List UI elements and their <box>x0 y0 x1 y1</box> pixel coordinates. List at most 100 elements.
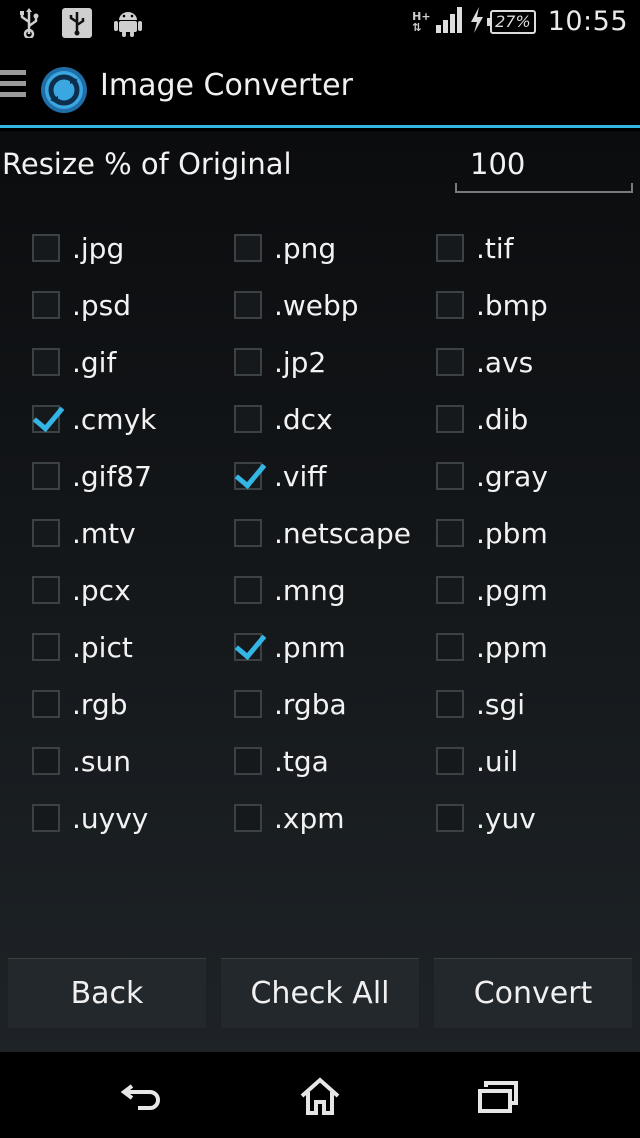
navigation-bar <box>0 1052 640 1138</box>
check-all-button[interactable]: Check All <box>221 958 419 1028</box>
checkbox[interactable] <box>234 576 262 604</box>
format-label: .xpm <box>274 801 345 835</box>
checkbox-checked[interactable] <box>234 462 262 490</box>
resize-label: Resize % of Original <box>2 147 292 181</box>
checkbox[interactable] <box>436 234 464 262</box>
format-label: .yuv <box>476 801 536 835</box>
checkbox[interactable] <box>436 519 464 547</box>
format-option[interactable]: .avs <box>436 339 533 385</box>
checkbox-checked[interactable] <box>32 405 60 433</box>
checkbox[interactable] <box>32 462 60 490</box>
network-type-label: H+ <box>412 9 431 23</box>
format-option[interactable]: .cmyk <box>32 396 156 442</box>
format-option[interactable]: .rgb <box>32 681 127 727</box>
format-option[interactable]: .jp2 <box>234 339 326 385</box>
checkbox[interactable] <box>436 291 464 319</box>
checkbox[interactable] <box>234 348 262 376</box>
checkbox[interactable] <box>32 291 60 319</box>
checkbox[interactable] <box>436 462 464 490</box>
checkbox[interactable] <box>234 747 262 775</box>
checkbox[interactable] <box>436 576 464 604</box>
format-option[interactable]: .xpm <box>234 795 345 841</box>
format-option[interactable]: .netscape <box>234 510 411 556</box>
format-option[interactable]: .sgi <box>436 681 525 727</box>
format-option[interactable]: .gif <box>32 339 116 385</box>
format-option[interactable]: .dib <box>436 396 528 442</box>
checkbox[interactable] <box>32 804 60 832</box>
format-option[interactable]: .tif <box>436 225 514 271</box>
checkbox[interactable] <box>32 234 60 262</box>
format-label: .rgba <box>274 687 347 721</box>
checkbox[interactable] <box>436 633 464 661</box>
resize-percent-input[interactable]: 100 <box>455 139 633 193</box>
format-option[interactable]: .ppm <box>436 624 548 670</box>
android-icon <box>114 8 142 42</box>
format-option[interactable]: .jpg <box>32 225 124 271</box>
checkbox[interactable] <box>234 804 262 832</box>
convert-button[interactable]: Convert <box>434 958 632 1028</box>
format-option[interactable]: .gray <box>436 453 548 499</box>
checkbox[interactable] <box>234 405 262 433</box>
format-label: .uyvy <box>72 801 149 835</box>
status-bar: H+ ⇅ 27% 10:55 <box>0 0 640 48</box>
format-option[interactable]: .uil <box>436 738 518 784</box>
format-label: .pcx <box>72 573 131 607</box>
back-button[interactable]: Back <box>8 958 206 1028</box>
checkbox[interactable] <box>436 348 464 376</box>
checkbox[interactable] <box>32 348 60 376</box>
format-option[interactable]: .pnm <box>234 624 346 670</box>
format-option[interactable]: .psd <box>32 282 131 328</box>
format-option[interactable]: .pgm <box>436 567 548 613</box>
checkbox[interactable] <box>32 576 60 604</box>
app-logo-icon[interactable] <box>40 66 88 114</box>
checkbox[interactable] <box>436 690 464 718</box>
format-label: .mng <box>274 573 346 607</box>
battery-indicator: 27% <box>487 9 536 34</box>
recents-icon[interactable] <box>468 1074 528 1118</box>
format-label: .ppm <box>476 630 548 664</box>
format-label: .gray <box>476 459 548 493</box>
checkbox[interactable] <box>436 747 464 775</box>
home-icon[interactable] <box>290 1074 350 1118</box>
checkbox[interactable] <box>234 519 262 547</box>
checkbox[interactable] <box>436 804 464 832</box>
checkbox[interactable] <box>32 690 60 718</box>
checkbox[interactable] <box>32 519 60 547</box>
format-option[interactable]: .webp <box>234 282 359 328</box>
charging-icon <box>470 6 484 37</box>
format-label: .pnm <box>274 630 346 664</box>
format-option[interactable]: .gif87 <box>32 453 152 499</box>
format-label: .jpg <box>72 231 125 265</box>
resize-percent-value: 100 <box>470 147 526 181</box>
action-button-row: Back Check All Convert <box>8 958 632 1028</box>
format-label: .cmyk <box>72 402 157 436</box>
format-option[interactable]: .dcx <box>234 396 333 442</box>
format-label: .tif <box>476 231 514 265</box>
app-title: Image Converter <box>100 68 353 103</box>
checkbox[interactable] <box>32 633 60 661</box>
format-option[interactable]: .pict <box>32 624 133 670</box>
checkbox[interactable] <box>234 690 262 718</box>
checkbox-checked[interactable] <box>234 633 262 661</box>
format-option[interactable]: .viff <box>234 453 327 499</box>
format-option[interactable]: .pcx <box>32 567 131 613</box>
usb-icon <box>18 8 40 42</box>
format-option[interactable]: .mtv <box>32 510 136 556</box>
format-option[interactable]: .mng <box>234 567 346 613</box>
format-option[interactable]: .uyvy <box>32 795 148 841</box>
format-option[interactable]: .png <box>234 225 336 271</box>
format-option[interactable]: .sun <box>32 738 131 784</box>
checkbox[interactable] <box>234 234 262 262</box>
format-option[interactable]: .yuv <box>436 795 536 841</box>
checkbox[interactable] <box>436 405 464 433</box>
format-option[interactable]: .tga <box>234 738 329 784</box>
format-label: .pbm <box>476 516 548 550</box>
back-nav-icon[interactable] <box>112 1074 172 1118</box>
format-option[interactable]: .bmp <box>436 282 548 328</box>
format-option[interactable]: .rgba <box>234 681 347 727</box>
format-label: .avs <box>476 345 534 379</box>
checkbox[interactable] <box>234 291 262 319</box>
drawer-menu-icon[interactable] <box>0 70 26 106</box>
format-option[interactable]: .pbm <box>436 510 548 556</box>
checkbox[interactable] <box>32 747 60 775</box>
